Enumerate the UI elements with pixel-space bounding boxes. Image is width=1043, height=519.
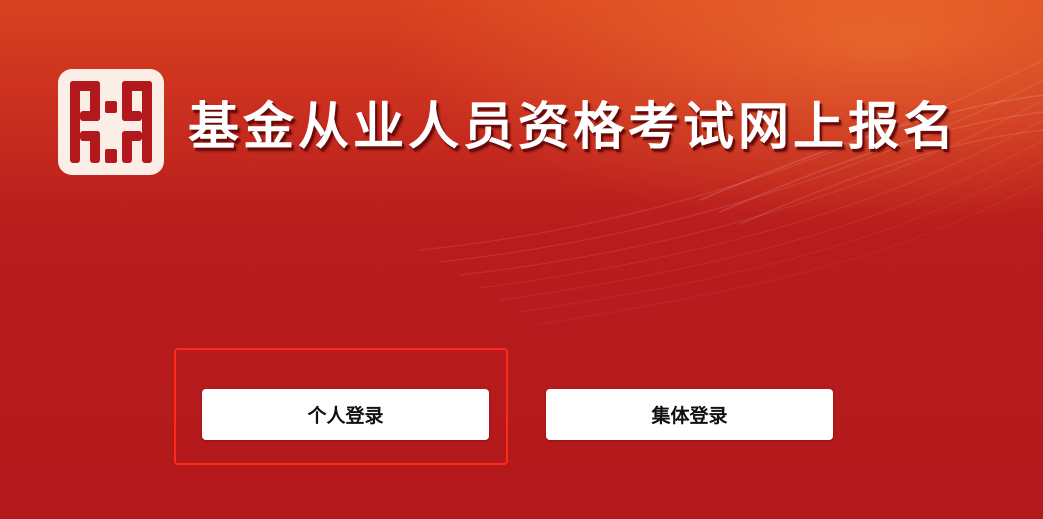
personal-login-button[interactable]: 个人登录: [202, 389, 489, 440]
site-header: 基金从业人员资格考试网上报名: [56, 66, 958, 178]
site-title: 基金从业人员资格考试网上报名: [188, 97, 959, 157]
association-seal-logo: [58, 69, 164, 175]
group-login-button[interactable]: 集体登录: [546, 389, 833, 440]
